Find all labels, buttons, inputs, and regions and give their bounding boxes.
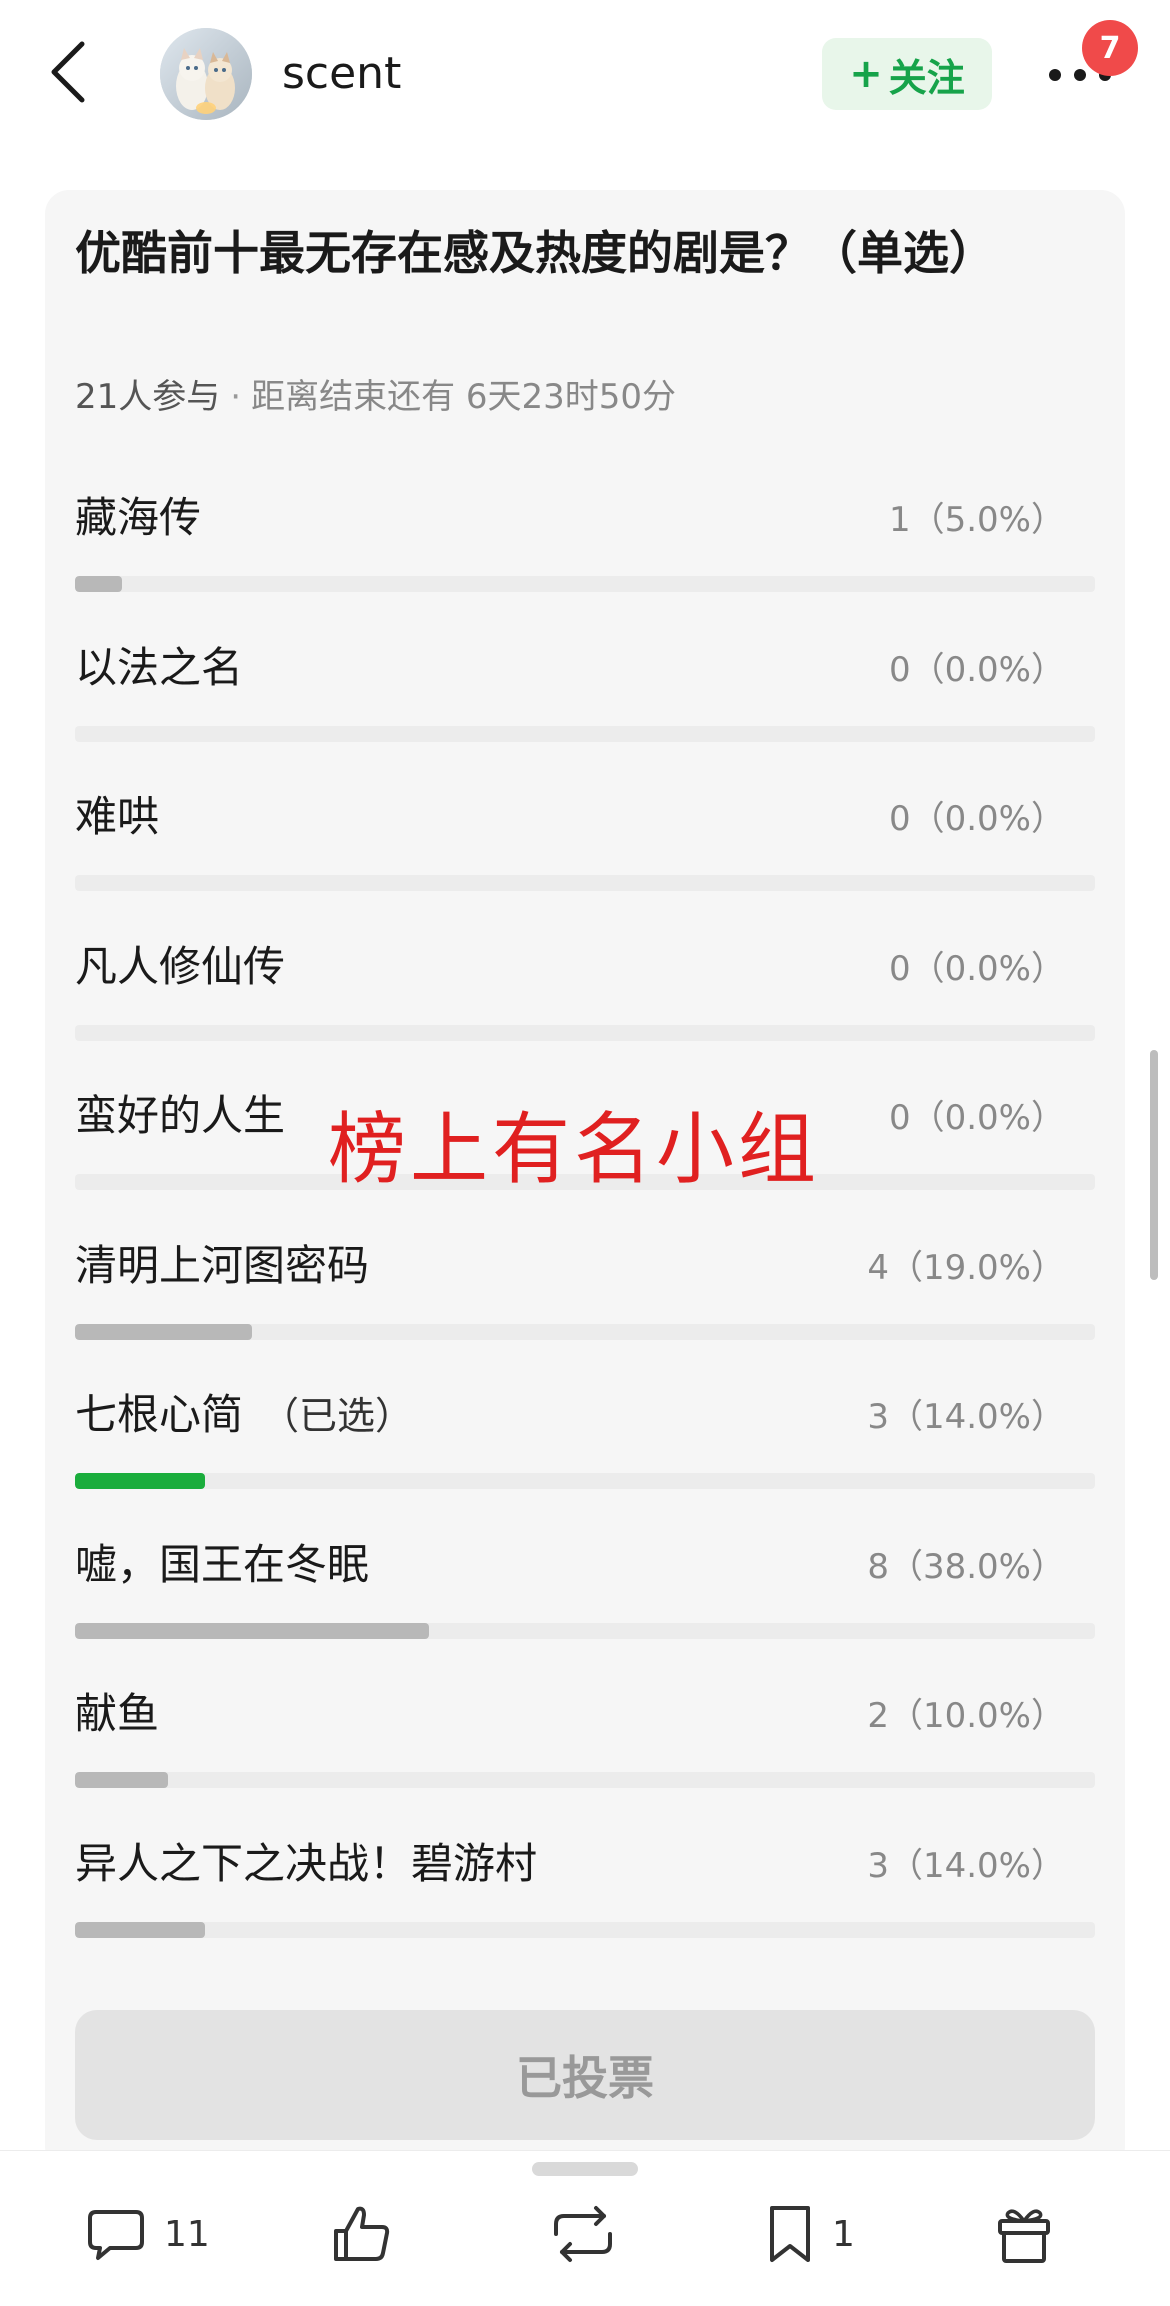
post-detail-page: scent + 关注 7 优酷前十最无存在感及热度的剧是？（单选） 21人参与 ·… — [0, 0, 1170, 2306]
option-result: 0（0.0%） — [888, 948, 1065, 989]
avatar[interactable] — [160, 28, 252, 120]
sheet-handle[interactable] — [532, 2162, 638, 2176]
poll-option[interactable]: 七根心简 （已选） 3（14.0%） — [75, 1377, 1095, 1497]
poll-option[interactable]: 以法之名 0（0.0%） — [75, 630, 1095, 750]
option-label: 难哄 — [75, 789, 159, 845]
option-progress-track — [75, 1473, 1095, 1489]
option-label: 七根心简 （已选） — [75, 1387, 413, 1444]
plus-icon: + — [849, 51, 883, 97]
option-progress-fill — [75, 1323, 252, 1340]
gift-button[interactable] — [996, 2196, 1052, 2272]
poll-title: 优酷前十最无存在感及热度的剧是？（单选） — [75, 226, 995, 280]
option-label-text: 蛮好的人生 — [75, 1091, 286, 1140]
option-progress-track — [75, 1024, 1095, 1041]
option-label-text: 凡人修仙传 — [75, 941, 286, 991]
repost-icon — [554, 2206, 612, 2262]
option-label-text: 以法之名 — [75, 642, 244, 692]
option-result: 3（14.0%） — [867, 1397, 1065, 1437]
poll-countdown: 距离结束还有 6天23时50分 — [251, 377, 677, 417]
notification-badge: 7 — [1082, 20, 1138, 76]
option-progress-fill — [75, 1473, 205, 1489]
like-button[interactable] — [330, 2196, 392, 2272]
option-label: 嘘，国王在冬眠 — [75, 1537, 369, 1593]
scrollbar[interactable] — [1150, 1050, 1158, 1280]
option-label: 献鱼 — [75, 1686, 159, 1742]
poll-option[interactable]: 清明上河图密码 4（19.0%） — [75, 1228, 1095, 1348]
option-progress-track — [75, 725, 1095, 742]
poll-option[interactable]: 难哄 0（0.0%） — [75, 779, 1095, 899]
poll-option[interactable]: 献鱼 2（10.0%） — [75, 1676, 1095, 1796]
option-progress-track — [75, 576, 1095, 592]
favorite-count: 1 — [832, 2213, 855, 2255]
gift-icon — [998, 2209, 1050, 2263]
option-label-text: 七根心简 — [75, 1390, 244, 1439]
follow-button[interactable]: + 关注 — [822, 38, 992, 110]
option-label: 藏海传 — [75, 490, 201, 546]
poll-option[interactable]: 异人之下之决战！碧游村 3（14.0%） — [75, 1826, 1095, 1946]
comment-count: 11 — [164, 2213, 210, 2255]
option-result: 8（38.0%） — [867, 1546, 1065, 1587]
top-header: scent + 关注 7 — [0, 0, 1170, 150]
favorite-button[interactable]: 1 — [766, 2196, 855, 2272]
option-progress-track — [75, 1622, 1095, 1639]
watermark-text: 榜上有名小组 — [328, 1105, 821, 1195]
option-label-text: 难哄 — [75, 792, 160, 841]
poll-option[interactable]: 凡人修仙传 0（0.0%） — [75, 929, 1095, 1049]
poll-option[interactable]: 藏海传 1（5.0%） — [75, 480, 1095, 600]
option-label: 异人之下之决战！碧游村 — [75, 1836, 537, 1892]
option-label: 清明上河图密码 — [75, 1238, 369, 1294]
option-result: 0（0.0%） — [888, 649, 1065, 690]
option-result: 0（0.0%） — [888, 799, 1065, 839]
option-progress-track — [75, 1921, 1095, 1938]
username[interactable]: scent — [282, 44, 401, 104]
option-label-text: 嘘，国王在冬眠 — [75, 1539, 370, 1589]
voted-button[interactable]: 已投票 — [75, 2010, 1095, 2140]
chevron-left-icon — [51, 41, 85, 103]
poll-meta: 21人参与 · 距离结束还有 6天23时50分 — [75, 374, 676, 420]
poll-option[interactable]: 嘘，国王在冬眠 8（38.0%） — [75, 1527, 1095, 1647]
option-result: 1（5.0%） — [888, 500, 1065, 540]
repost-button[interactable] — [548, 2196, 618, 2272]
option-label: 凡人修仙传 — [75, 939, 285, 995]
option-label: 蛮好的人生 — [75, 1088, 285, 1144]
selected-tag: （已选） — [261, 1394, 414, 1438]
follow-label: 关注 — [888, 55, 965, 100]
option-progress-track — [75, 1323, 1095, 1340]
option-result: 3（14.0%） — [867, 1845, 1065, 1886]
participants-count: 21人参与 — [75, 377, 221, 417]
comment-icon — [88, 2210, 144, 2260]
option-label: 以法之名 — [75, 640, 243, 696]
meta-separator: · — [230, 377, 242, 417]
option-label-text: 异人之下之决战！碧游村 — [75, 1838, 538, 1888]
option-progress-fill — [75, 1622, 429, 1639]
option-progress-fill — [75, 1772, 168, 1788]
option-result: 0（0.0%） — [888, 1098, 1065, 1138]
option-progress-fill — [75, 1921, 205, 1938]
bookmark-icon — [770, 2206, 810, 2262]
option-progress-track — [75, 1772, 1095, 1788]
option-result: 2（10.0%） — [867, 1696, 1065, 1736]
avatar-cats-icon — [160, 28, 252, 120]
option-label-text: 藏海传 — [75, 493, 202, 542]
option-label-text: 清明上河图密码 — [75, 1240, 370, 1290]
option-label-text: 献鱼 — [75, 1689, 160, 1738]
option-progress-fill — [75, 576, 122, 592]
back-button[interactable] — [38, 32, 98, 112]
comment-button[interactable]: 11 — [86, 2196, 210, 2272]
option-progress-track — [75, 875, 1095, 891]
option-result: 4（19.0%） — [867, 1247, 1065, 1288]
thumbs-up-icon — [334, 2206, 390, 2261]
